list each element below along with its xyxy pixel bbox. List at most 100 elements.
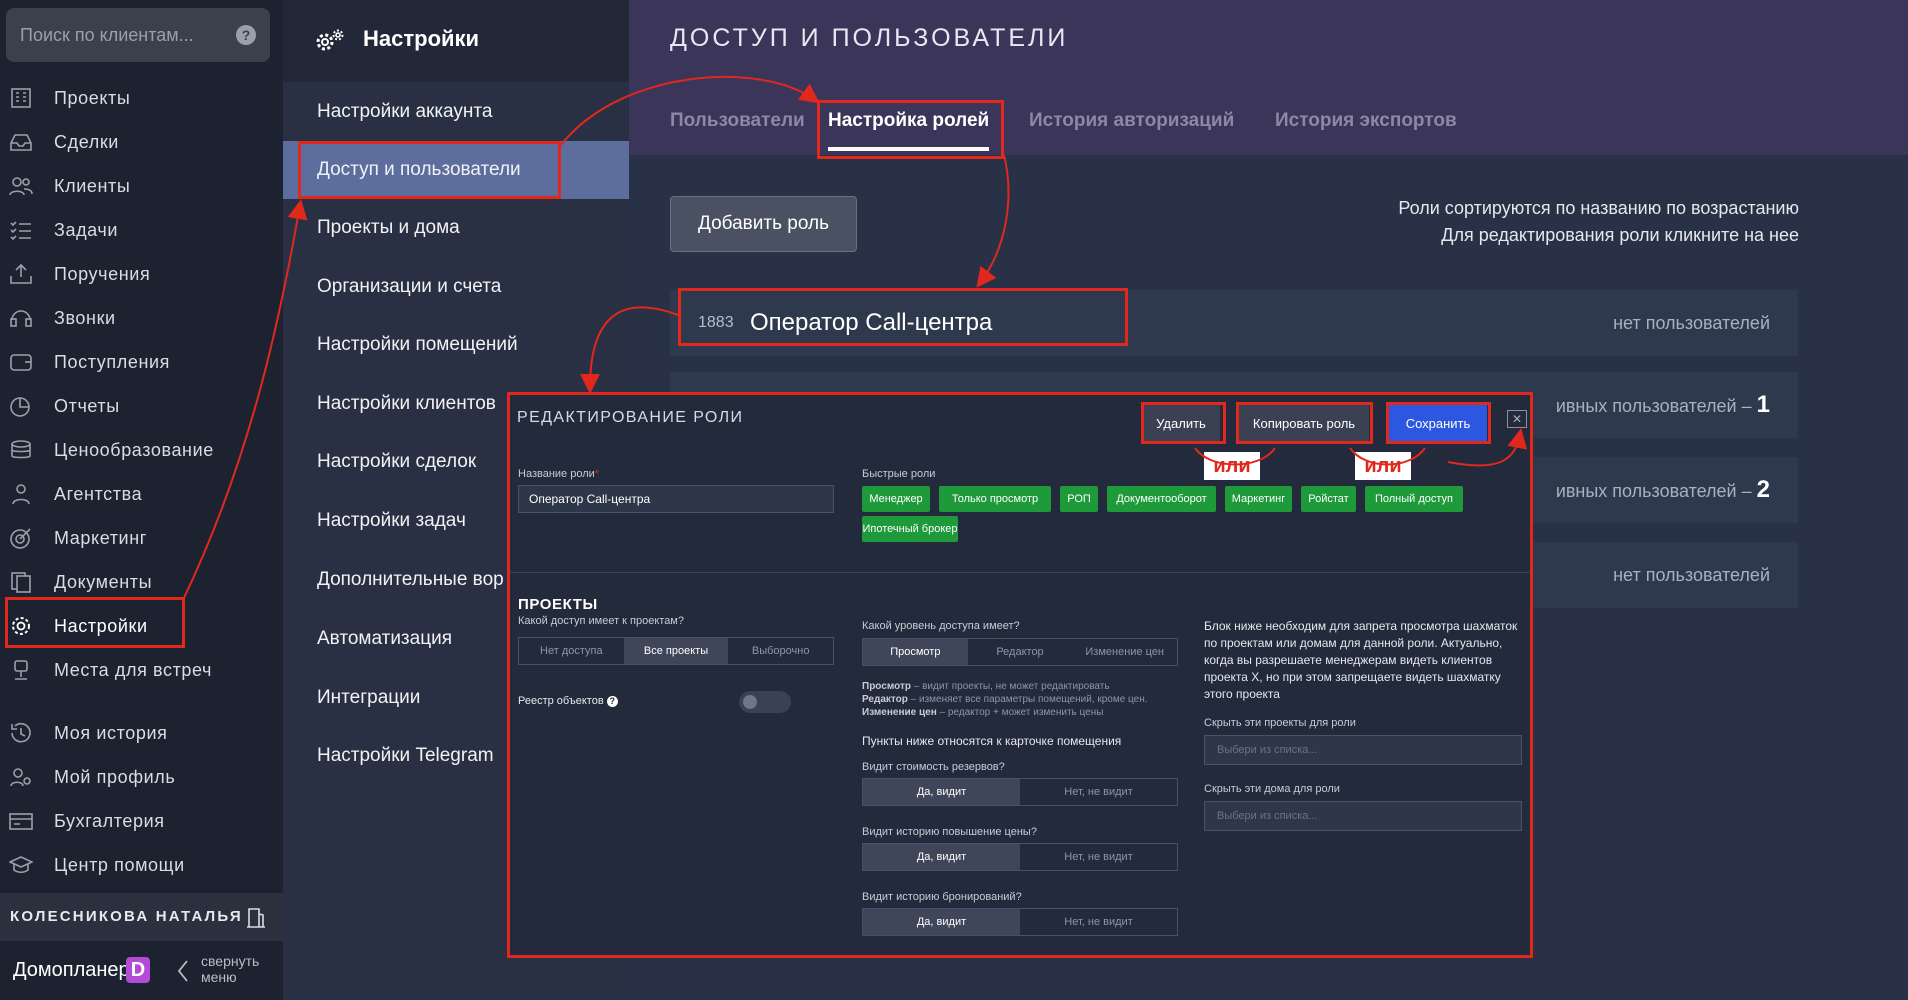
segment-option[interactable]: Редактор bbox=[968, 639, 1073, 665]
quick-role-chip[interactable]: Полный доступ bbox=[1365, 486, 1463, 512]
segment-option[interactable]: Все проекты bbox=[623, 638, 729, 664]
settings-item-premises[interactable]: Настройки помещений bbox=[283, 316, 629, 374]
nav-item-agencies[interactable]: Агентства bbox=[0, 474, 283, 514]
settings-item-label: Настройки задач bbox=[317, 510, 466, 531]
role-users: ивных пользователей – 1 bbox=[1555, 391, 1770, 418]
quick-role-chip[interactable]: Менеджер bbox=[862, 486, 930, 512]
settings-item-label: Интеграции bbox=[317, 687, 421, 708]
settings-item-organizations[interactable]: Организации и счета bbox=[283, 258, 629, 316]
inbox-icon bbox=[9, 131, 33, 153]
settings-item-projects-houses[interactable]: Проекты и дома bbox=[283, 199, 629, 257]
nav-item-profile[interactable]: Мой профиль bbox=[0, 757, 283, 797]
hide-houses-select[interactable]: Выбери из списка... bbox=[1204, 801, 1522, 831]
tab-underline bbox=[828, 147, 990, 151]
wallet-icon bbox=[9, 351, 33, 373]
access-level-question: Какой уровень доступа имеет? bbox=[862, 620, 1020, 632]
segment-option[interactable]: Нет доступа bbox=[519, 638, 624, 664]
sort-hint: Роли сортируются по названию по возраста… bbox=[1398, 198, 1799, 218]
copy-role-button[interactable]: Копировать роль bbox=[1239, 405, 1369, 441]
help-icon[interactable]: ? bbox=[606, 696, 618, 707]
quick-role-chip[interactable]: Только просмотр bbox=[939, 486, 1051, 512]
segment-option[interactable]: Нет, не видит bbox=[1020, 779, 1177, 805]
tab-role-settings[interactable]: Настройка ролей bbox=[828, 110, 990, 151]
settings-item-label: Настройки сделок bbox=[317, 451, 477, 472]
settings-item-label: Настройки помещений bbox=[317, 334, 518, 355]
segment-option[interactable]: Изменение цен bbox=[1072, 639, 1177, 665]
page-header: ДОСТУП И ПОЛЬЗОВАТЕЛИ Пользователи Настр… bbox=[629, 0, 1908, 155]
chevron-left-icon[interactable] bbox=[176, 959, 190, 983]
settings-item-label: Настройки аккаунта bbox=[317, 101, 493, 122]
hide-projects-select[interactable]: Выбери из списка... bbox=[1204, 735, 1522, 765]
meeting-icon bbox=[9, 659, 33, 681]
brand-footer: Домопланер D свернуть меню bbox=[0, 941, 283, 1000]
booking-history-selector: Да, видит Нет, не видит bbox=[862, 908, 1178, 936]
quick-role-chip[interactable]: Ройстат bbox=[1301, 486, 1356, 512]
save-button[interactable]: Сохранить bbox=[1389, 405, 1487, 441]
nav-item-deals[interactable]: Сделки bbox=[0, 122, 283, 162]
settings-item-account[interactable]: Настройки аккаунта bbox=[283, 83, 629, 141]
nav-label: Маркетинг bbox=[54, 527, 147, 548]
level-desc: Просмотр – видит проекты, не может редак… bbox=[862, 681, 1110, 692]
role-name-label: Название роли* bbox=[518, 468, 600, 480]
nav-item-accounting[interactable]: Бухгалтерия bbox=[0, 801, 283, 841]
tab-users[interactable]: Пользователи bbox=[670, 110, 805, 132]
nav-item-help-center[interactable]: Центр помощи bbox=[0, 845, 283, 885]
nav-item-marketing[interactable]: Маркетинг bbox=[0, 518, 283, 558]
quick-role-chip[interactable]: РОП bbox=[1060, 486, 1098, 512]
delete-button[interactable]: Удалить bbox=[1142, 405, 1220, 441]
nav-item-documents[interactable]: Документы bbox=[0, 562, 283, 602]
nav-label: Поступления bbox=[54, 351, 170, 372]
edit-hint: Для редактирования роли кликните на нее bbox=[1441, 225, 1799, 245]
role-users: нет пользователей bbox=[1613, 313, 1770, 333]
nav-item-tasks[interactable]: Задачи bbox=[0, 210, 283, 250]
nav-item-receipts[interactable]: Поступления bbox=[0, 342, 283, 382]
search-input[interactable] bbox=[20, 8, 230, 62]
role-row[interactable]: 1883 Оператор Call-центра нет пользовате… bbox=[670, 290, 1798, 356]
quick-role-chip[interactable]: Маркетинг bbox=[1225, 486, 1292, 512]
role-name-input[interactable] bbox=[518, 485, 834, 513]
nav-item-settings[interactable]: Настройки bbox=[0, 606, 283, 646]
tab-auth-history[interactable]: История авторизаций bbox=[1029, 110, 1234, 132]
nav-item-clients[interactable]: Клиенты bbox=[0, 166, 283, 206]
add-role-button[interactable]: Добавить роль bbox=[670, 196, 857, 252]
price-history-selector: Да, видит Нет, не видит bbox=[862, 843, 1178, 871]
settings-item-access-users[interactable]: Доступ и пользователи bbox=[283, 141, 629, 199]
nav-item-assignments[interactable]: Поручения bbox=[0, 254, 283, 294]
role-id: 1883 bbox=[698, 314, 734, 331]
nav-label: Бухгалтерия bbox=[54, 810, 165, 831]
role-users: нет пользователей bbox=[1613, 565, 1770, 585]
quick-role-chip[interactable]: Документооборот bbox=[1107, 486, 1216, 512]
segment-option[interactable]: Нет, не видит bbox=[1020, 909, 1177, 935]
segment-option[interactable]: Да, видит bbox=[863, 909, 1020, 935]
logout-icon[interactable] bbox=[245, 906, 267, 928]
nav-item-calls[interactable]: Звонки bbox=[0, 298, 283, 338]
user-name: КОЛЕСНИКОВА НАТАЛЬЯ bbox=[10, 908, 243, 925]
nav-label: Отчеты bbox=[54, 395, 120, 416]
settings-header: Настройки bbox=[283, 0, 629, 82]
segment-option[interactable]: Выборочно bbox=[728, 638, 833, 664]
close-icon[interactable]: ✕ bbox=[1507, 410, 1527, 428]
nav-item-meeting-places[interactable]: Места для встреч bbox=[0, 650, 283, 690]
price-history-question: Видит историю повышение цены? bbox=[862, 826, 1037, 838]
nav-item-reports[interactable]: Отчеты bbox=[0, 386, 283, 426]
quick-role-chip[interactable]: Ипотечный брокер bbox=[862, 516, 958, 542]
segment-option[interactable]: Да, видит bbox=[863, 844, 1020, 870]
current-user[interactable]: КОЛЕСНИКОВА НАТАЛЬЯ bbox=[0, 893, 283, 941]
nav-item-pricing[interactable]: Ценообразование bbox=[0, 430, 283, 470]
nav-item-projects[interactable]: Проекты bbox=[0, 78, 283, 118]
help-icon[interactable]: ? bbox=[236, 25, 256, 45]
nav-label: Мой профиль bbox=[54, 766, 176, 787]
segment-option[interactable]: Нет, не видит bbox=[1020, 844, 1177, 870]
role-users: ивных пользователей – 2 bbox=[1555, 476, 1770, 503]
collapse-menu-button[interactable]: свернуть меню bbox=[201, 953, 271, 985]
main-sidebar: ? Проекты Сделки Клиенты Задачи Поручени… bbox=[0, 0, 283, 1000]
nav-label: Документы bbox=[54, 571, 153, 592]
nav-item-history[interactable]: Моя история bbox=[0, 713, 283, 753]
role-name: Оператор Call-центра bbox=[750, 309, 993, 336]
segment-option[interactable]: Просмотр bbox=[863, 639, 968, 665]
nav-label: Сделки bbox=[54, 131, 119, 152]
registry-toggle[interactable] bbox=[739, 691, 791, 713]
quick-roles-label: Быстрые роли bbox=[862, 468, 936, 480]
segment-option[interactable]: Да, видит bbox=[863, 779, 1020, 805]
tab-export-history[interactable]: История экспортов bbox=[1275, 110, 1457, 132]
